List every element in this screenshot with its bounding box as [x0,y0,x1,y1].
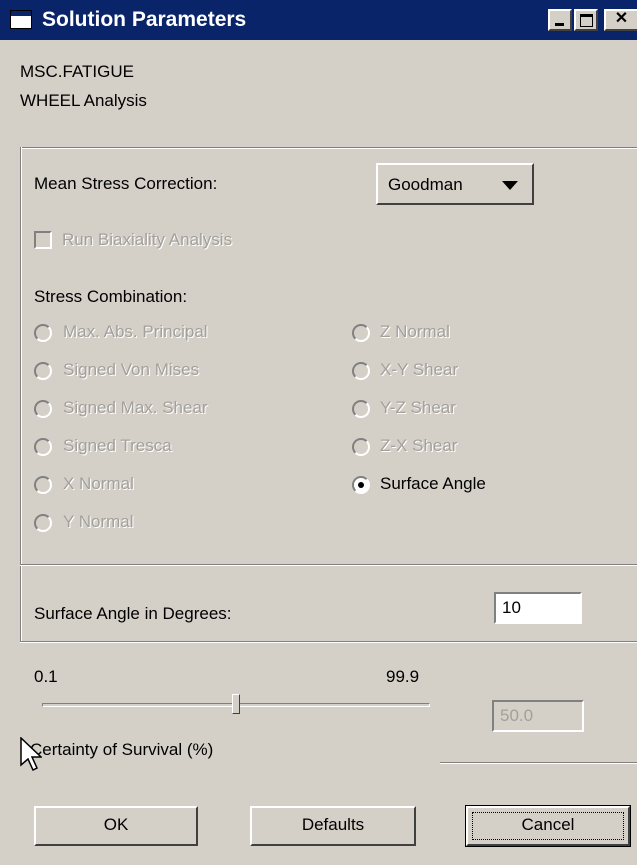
maximize-button[interactable] [574,9,598,31]
slider-max-label: 99.9 [386,667,420,686]
frame-top-highlight [20,148,637,149]
mouse-cursor-icon [20,737,42,772]
radio-label: Z-X Shear [380,436,458,455]
radio-label: Signed Tresca [63,436,172,455]
certainty-slider-thumb[interactable] [232,694,240,714]
slider-min-label: 0.1 [34,667,58,686]
window-icon[interactable] [10,10,32,29]
certainty-value-field [492,700,584,732]
close-button[interactable]: ✕ [604,9,637,31]
frame-divider-1-highlight [20,565,637,566]
radio-surface-angle[interactable] [352,476,370,494]
mean-stress-label: Mean Stress Correction: [34,174,218,193]
frame-left-highlight [21,147,22,642]
cancel-button[interactable]: Cancel [465,805,631,847]
dropdown-arrow-icon [502,181,518,190]
radio-y-normal[interactable] [34,514,52,532]
biaxiality-checkbox[interactable] [34,231,52,249]
radio-label: Y-Z Shear [380,398,456,417]
title-bar[interactable]: Solution Parameters ✕ [0,0,637,40]
ok-button[interactable]: OK [34,806,198,846]
mean-stress-value: Goodman [388,175,463,194]
radio-signed-max-shear[interactable] [34,400,52,418]
surface-angle-label: Surface Angle in Degrees: [34,604,232,623]
mean-stress-dropdown[interactable]: Goodman [376,163,534,205]
stress-combination-label: Stress Combination: [34,287,188,306]
radio-max-abs-principal[interactable] [34,324,52,342]
radio-label: Max. Abs. Principal [63,322,208,341]
app-name: MSC.FATIGUE [20,62,134,81]
radio-x-normal[interactable] [34,476,52,494]
frame-divider-2-highlight [20,642,637,643]
minimize-button[interactable] [548,9,572,31]
radio-label: Y Normal [63,512,134,531]
surface-angle-input[interactable] [494,592,582,624]
radio-z-normal[interactable] [352,324,370,342]
analysis-name: WHEEL Analysis [20,91,147,110]
radio-label: Signed Von Mises [63,360,200,379]
certainty-label: Certainty of Survival (%) [30,740,214,759]
frame-divider-3-highlight [440,763,637,764]
radio-y-z-shear[interactable] [352,400,370,418]
window-title: Solution Parameters [42,8,247,31]
radio-label: Z Normal [380,322,450,341]
close-icon: ✕ [614,10,629,27]
radio-signed-tresca[interactable] [34,438,52,456]
radio-label: X-Y Shear [380,360,459,379]
radio-z-x-shear[interactable] [352,438,370,456]
cancel-label: Cancel [521,815,575,834]
radio-signed-von-mises[interactable] [34,362,52,380]
radio-label: Signed Max. Shear [63,398,208,417]
radio-label: Surface Angle [380,474,486,493]
biaxiality-label: Run Biaxiality Analysis [62,230,233,249]
radio-label: X Normal [63,474,134,493]
radio-x-y-shear[interactable] [352,362,370,380]
defaults-button[interactable]: Defaults [250,806,416,846]
